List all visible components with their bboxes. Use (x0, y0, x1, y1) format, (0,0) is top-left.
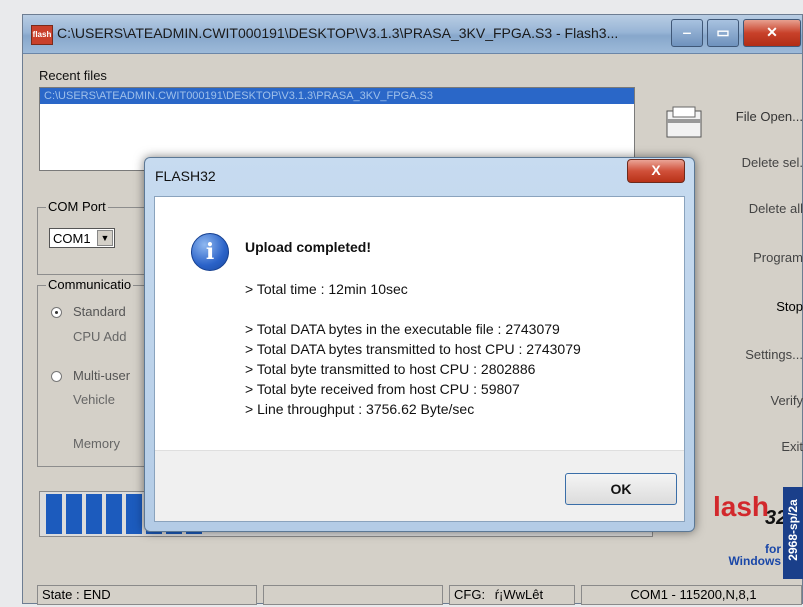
recent-files-label: Recent files (39, 68, 107, 83)
chevron-down-icon[interactable]: ▼ (97, 230, 113, 246)
progress-segment (106, 494, 122, 534)
memory-label: Memory (73, 436, 120, 451)
window-title: C:\USERS\ATEADMIN.CWIT000191\DESKTOP\V3.… (57, 25, 619, 41)
vehicle-label: Vehicle (73, 392, 115, 407)
status-bar: State : END CFG: ŕ¡WwLêt COM1 - 115200,N… (37, 585, 803, 607)
progress-segment (126, 494, 142, 534)
recent-file-item-selected[interactable]: C:\USERS\ATEADMIN.CWIT000191\DESKTOP\V3.… (40, 88, 634, 104)
status-cfg-panel: CFG: ŕ¡WwLêt (449, 585, 575, 605)
maximize-button[interactable]: ▭ (707, 19, 739, 47)
com-port-label: COM Port (46, 199, 108, 214)
logo-name: lash (713, 491, 770, 522)
file-open-button[interactable]: File Open... (683, 99, 803, 135)
multi-user-label: Multi-user (73, 368, 131, 383)
dialog-close-button[interactable]: X (627, 159, 685, 183)
stop-button[interactable]: Stop (683, 289, 803, 325)
flash-app-icon: flash (31, 25, 53, 45)
progress-segment (46, 494, 62, 534)
status-com-settings: COM1 - 115200,N,8,1 (581, 585, 802, 605)
stat-line: > Total DATA bytes in the executable fil… (245, 321, 560, 337)
dialog-body: i Upload completed! > Total time : 12min… (154, 196, 685, 522)
program-button[interactable]: Program (683, 240, 803, 276)
stat-line: > Total byte received from host CPU : 59… (245, 381, 520, 397)
stat-line: > Line throughput : 3756.62 Byte/sec (245, 401, 475, 417)
stat-line: > Total byte transmitted to host CPU : 2… (245, 361, 536, 377)
title-bar[interactable]: flash C:\USERS\ATEADMIN.CWIT000191\DESKT… (23, 15, 802, 54)
settings-button[interactable]: Settings... (683, 337, 803, 373)
com-port-select[interactable]: COM1 ▼ (49, 228, 115, 248)
flash32-logo: lash 32 for Windows 2968-sp/2a (713, 487, 803, 579)
status-cfg-label: CFG: (454, 587, 486, 602)
delete-selected-button[interactable]: Delete sel. (683, 145, 803, 181)
multi-user-radio[interactable] (51, 371, 62, 382)
progress-segment (86, 494, 102, 534)
minimize-button[interactable]: ‒ (671, 19, 703, 47)
flash32-dialog: FLASH32 X i Upload completed! > Total ti… (144, 157, 695, 532)
communication-label: Communicatio (46, 277, 134, 292)
status-cfg-value: ŕ¡WwLêt (494, 587, 544, 602)
com-port-value: COM1 (53, 231, 91, 246)
verify-button[interactable]: Verify (683, 383, 803, 419)
info-icon: i (191, 233, 229, 271)
progress-segment (66, 494, 82, 534)
logo-vertical-text: 2968-sp/2a (786, 499, 800, 561)
standard-label: Standard (73, 304, 126, 319)
dialog-title: FLASH32 (155, 168, 216, 184)
stat-line: > Total DATA bytes transmitted to host C… (245, 341, 581, 357)
total-time-line: > Total time : 12min 10sec (245, 281, 408, 297)
exit-button[interactable]: Exit (683, 429, 803, 465)
cpu-address-label: CPU Add (73, 329, 127, 344)
dialog-heading: Upload completed! (245, 239, 372, 255)
delete-all-button[interactable]: Delete all (683, 191, 803, 227)
logo-vertical-band: 2968-sp/2a (783, 487, 803, 579)
standard-radio[interactable] (51, 307, 62, 318)
status-state: State : END (37, 585, 257, 605)
logo-for-windows: for Windows (728, 542, 781, 568)
close-button[interactable]: ✕ (743, 19, 801, 47)
status-empty-panel (263, 585, 443, 605)
ok-button[interactable]: OK (565, 473, 677, 505)
